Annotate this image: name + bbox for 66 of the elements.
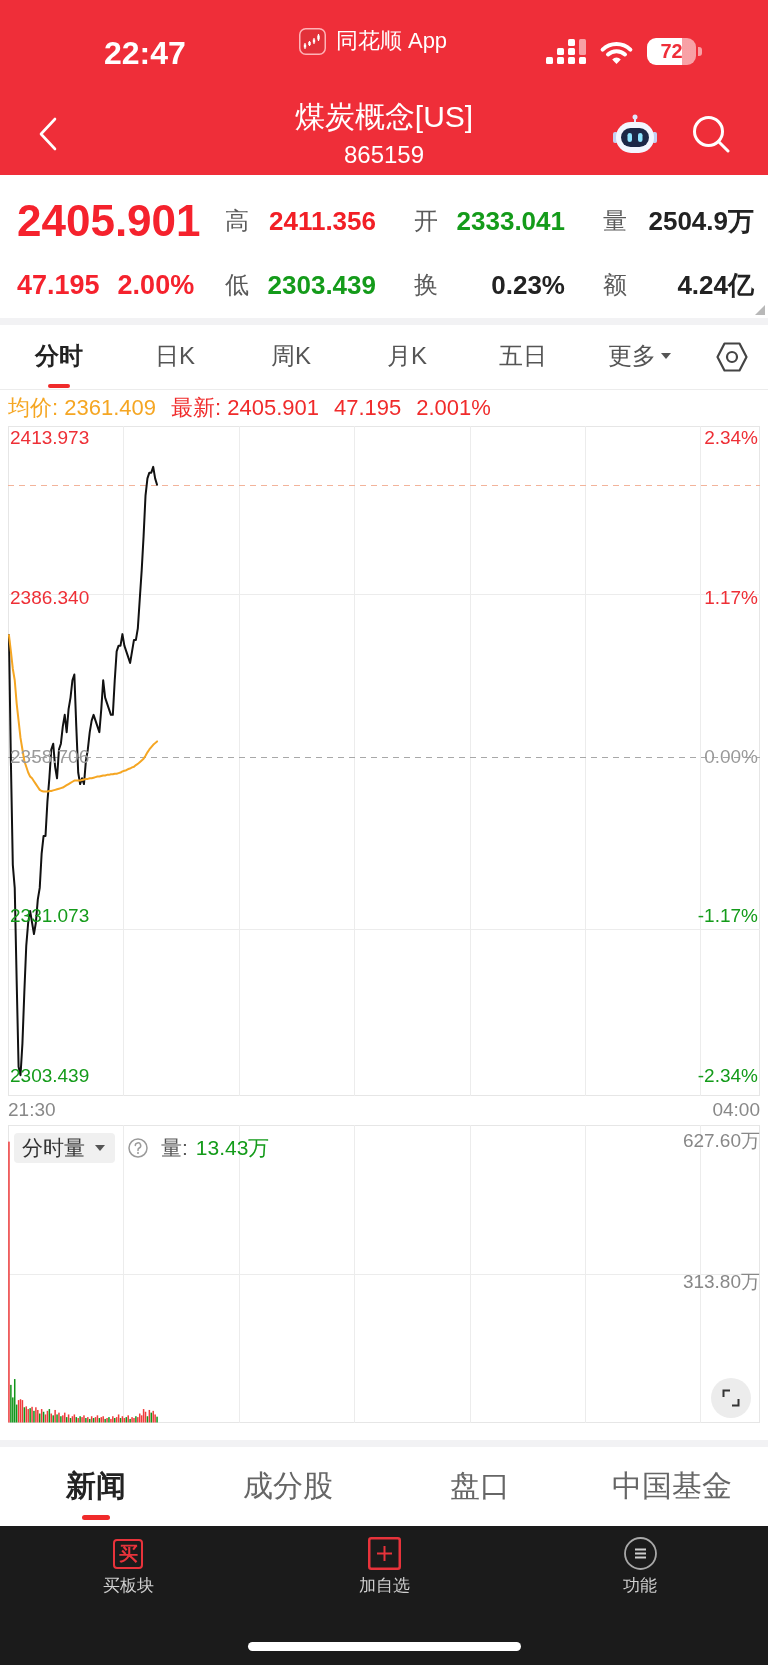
percent-axis-label: 0.00% xyxy=(704,745,758,768)
settings-icon[interactable] xyxy=(716,342,748,372)
stat-label: 开 xyxy=(414,206,438,236)
status-time: 22:47 xyxy=(104,34,186,72)
volume-value: 13.43万 xyxy=(195,1135,270,1161)
percent-axis-label: -2.34% xyxy=(697,1064,758,1087)
chart-tab[interactable]: 五日 xyxy=(465,325,581,389)
change-percent: 2.001% xyxy=(416,395,491,421)
stat-label: 额 xyxy=(603,270,627,300)
section-tab[interactable]: 成分股 xyxy=(192,1447,384,1526)
section-tab[interactable]: 新闻 xyxy=(0,1447,192,1526)
stat-value: 0.23% xyxy=(491,269,565,301)
time-axis-label: 21:30 xyxy=(8,1099,56,1121)
average-price: 均价: 2361.409 xyxy=(8,394,156,422)
volume-selector[interactable]: 分时量 xyxy=(14,1133,115,1163)
page-title: 煤炭概念[US] xyxy=(294,98,474,135)
percent-axis-label: 1.17% xyxy=(704,586,758,609)
candlestick-app-icon xyxy=(298,27,326,55)
volume-axis-label: 627.60万 xyxy=(682,1130,760,1153)
price-axis-label: 2413.973 xyxy=(10,427,90,450)
toolbar-button[interactable]: 加自选 xyxy=(256,1537,512,1596)
toolbar-button[interactable]: 功能 xyxy=(512,1537,768,1596)
percent-axis-label: 2.34% xyxy=(704,427,758,450)
stat-label: 低 xyxy=(225,270,249,300)
time-axis-label: 04:00 xyxy=(712,1099,760,1121)
stat-value: 4.24亿 xyxy=(677,269,754,301)
chart-tab[interactable]: 更多 xyxy=(581,325,697,389)
volume-label: 量: xyxy=(161,1135,188,1161)
toolbar-button[interactable]: 买 买板块 xyxy=(0,1537,256,1596)
stat-label: 换 xyxy=(414,270,438,300)
stat-value: 2504.9万 xyxy=(648,205,754,237)
chart-tab[interactable]: 分时 xyxy=(1,325,117,389)
expand-icon[interactable] xyxy=(711,1378,751,1418)
search-icon[interactable] xyxy=(692,114,730,153)
menu-circle-icon xyxy=(623,1537,657,1570)
back-icon[interactable] xyxy=(38,116,58,151)
help-icon[interactable] xyxy=(128,1138,148,1158)
caret-icon xyxy=(95,1145,105,1151)
corner-triangle-icon xyxy=(755,305,765,315)
last-price: 2405.901 xyxy=(17,195,202,247)
stat-label: 高 xyxy=(225,206,249,236)
chart-tab[interactable]: 周K xyxy=(233,325,349,389)
battery-indicator: 72 xyxy=(647,38,702,65)
plus-square-icon xyxy=(367,1537,401,1570)
price-axis-label: 2386.340 xyxy=(10,586,90,609)
percent-axis-label: -1.17% xyxy=(697,905,758,928)
glyph-tile: 买 xyxy=(113,1538,143,1569)
section-tab[interactable]: 中国基金 xyxy=(576,1447,768,1526)
latest-price: 最新: 2405.901 xyxy=(171,394,319,422)
stock-code: 865159 xyxy=(343,140,425,169)
price-change: 47.195 xyxy=(17,269,100,301)
robot-icon[interactable] xyxy=(613,113,657,154)
volume-axis-label: 313.80万 xyxy=(682,1270,760,1293)
price-change: 47.195 xyxy=(333,395,402,421)
stat-value: 2333.041 xyxy=(456,205,565,237)
stat-value: 2411.356 xyxy=(269,205,376,237)
app-name: 同花顺 App xyxy=(335,27,448,55)
stat-label: 量 xyxy=(603,206,627,236)
section-tab[interactable]: 盘口 xyxy=(384,1447,576,1526)
change-percent: 2.00% xyxy=(117,269,195,301)
chart-tab[interactable]: 月K xyxy=(349,325,465,389)
chart-tab[interactable]: 日K xyxy=(117,325,233,389)
price-axis-label: 2303.439 xyxy=(10,1064,90,1087)
stat-value: 2303.439 xyxy=(267,269,376,301)
signal-icon xyxy=(546,39,586,64)
caret-icon xyxy=(660,353,671,359)
